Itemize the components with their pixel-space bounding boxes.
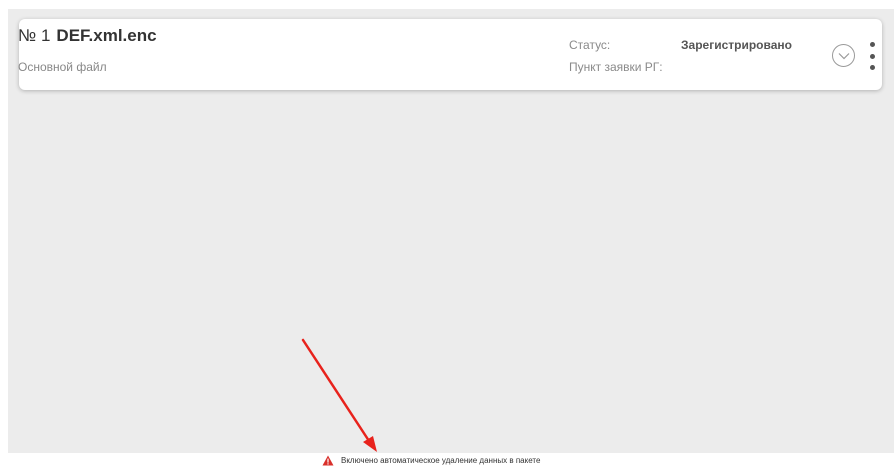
- more-vertical-icon: [869, 42, 875, 47]
- warning-triangle-icon: [322, 455, 334, 465]
- more-vertical-icon-dot: [869, 53, 875, 59]
- status-label: Статус:: [569, 38, 611, 52]
- expand-button[interactable]: [832, 44, 855, 67]
- file-type: Основной файл: [18, 60, 107, 74]
- file-title: № 1 DEF.xml.enc: [18, 26, 157, 46]
- more-vertical-icon-dot: [869, 65, 875, 70]
- request-point-label: Пункт заявки РГ:: [569, 60, 663, 74]
- auto-delete-warning-text: Включено автоматическое удаление данных …: [341, 455, 541, 465]
- auto-delete-warning: Включено автоматическое удаление данных …: [322, 454, 540, 466]
- more-options-button[interactable]: [866, 42, 878, 70]
- file-number: № 1: [18, 26, 51, 45]
- status-value: Зарегистрировано: [681, 38, 792, 52]
- file-name: DEF.xml.enc: [56, 26, 157, 45]
- chevron-down-icon: [838, 52, 849, 59]
